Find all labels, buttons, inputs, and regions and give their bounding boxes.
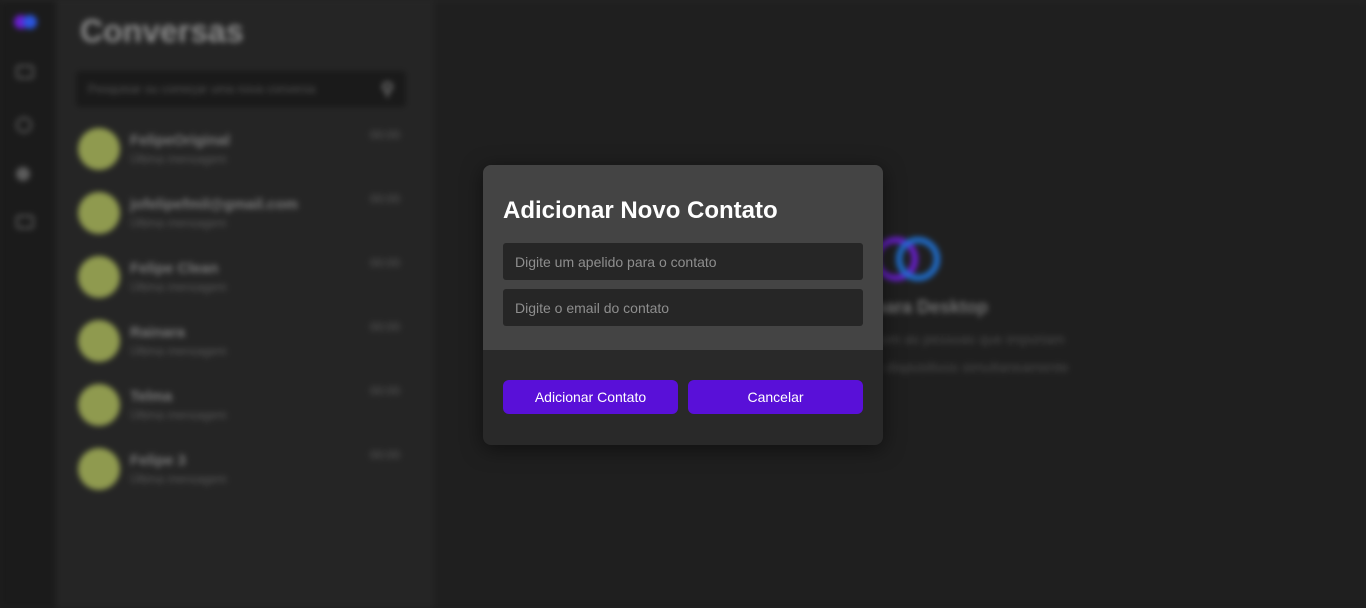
add-contact-button[interactable]: Adicionar Contato [503,380,678,414]
chat-time: 00:00 [369,384,400,398]
chat-list-item[interactable]: Felipe Clean Última mensagem 00:00 [78,256,408,306]
chat-name: FelipeOriginal [130,132,231,149]
avatar [78,320,120,362]
chat-last-message: Última mensagem [130,216,227,230]
avatar [78,256,120,298]
search-placeholder: Pesquisar ou começar uma nova conversa [88,82,316,96]
chat-time: 00:00 [369,128,400,142]
page-title: Conversas [80,13,244,49]
cancel-button[interactable]: Cancelar [688,380,863,414]
chat-list-item[interactable]: Rainara Última mensagem 00:00 [78,320,408,370]
welcome-title: para Desktop [874,297,989,317]
chat-list-item[interactable]: FelipeOriginal Última mensagem 00:00 [78,128,408,178]
welcome-text: o dispositivos simultaneamente [874,359,1069,375]
settings-icon[interactable] [16,167,30,181]
welcome-text: com as pessoas que importam [874,331,1065,347]
chat-list-item[interactable]: Felipe 3 Última mensagem 00:00 [78,448,408,498]
chat-last-message: Última mensagem [130,152,227,166]
chat-name: Telma [130,388,173,405]
chat-time: 00:00 [369,448,400,462]
chats-icon[interactable] [16,65,34,79]
chat-last-message: Última mensagem [130,472,227,486]
chat-time: 00:00 [369,192,400,206]
video-icon[interactable] [16,215,34,229]
search-icon[interactable]: ⚲ [381,79,394,100]
chat-list-item[interactable]: jofelipefmil@gmail.com Última mensagem 0… [78,192,408,242]
avatar [78,448,120,490]
modal-title: Adicionar Novo Contato [503,197,778,224]
chat-time: 00:00 [369,256,400,270]
add-contact-modal: Adicionar Novo Contato Adicionar Contato… [483,165,883,445]
chat-name: Felipe 3 [130,452,186,469]
chat-last-message: Última mensagem [130,344,227,358]
avatar [78,192,120,234]
email-input[interactable] [503,289,863,326]
chat-last-message: Última mensagem [130,408,227,422]
app-logo-icon [14,15,38,31]
icon-rail [0,0,56,608]
chat-time: 00:00 [369,320,400,334]
chat-last-message: Última mensagem [130,280,227,294]
chat-list-item[interactable]: Telma Última mensagem 00:00 [78,384,408,434]
conversations-panel: Conversas Pesquisar ou começar uma nova … [56,0,434,608]
chat-name: Rainara [130,324,186,341]
chat-name: jofelipefmil@gmail.com [130,196,298,213]
status-icon[interactable] [16,117,32,133]
avatar [78,384,120,426]
welcome-logo-icon [874,237,940,283]
modal-header: Adicionar Novo Contato [483,165,883,350]
chat-name: Felipe Clean [130,260,219,277]
avatar [78,128,120,170]
nickname-input[interactable] [503,243,863,280]
search-input[interactable]: Pesquisar ou começar uma nova conversa ⚲ [76,71,406,107]
